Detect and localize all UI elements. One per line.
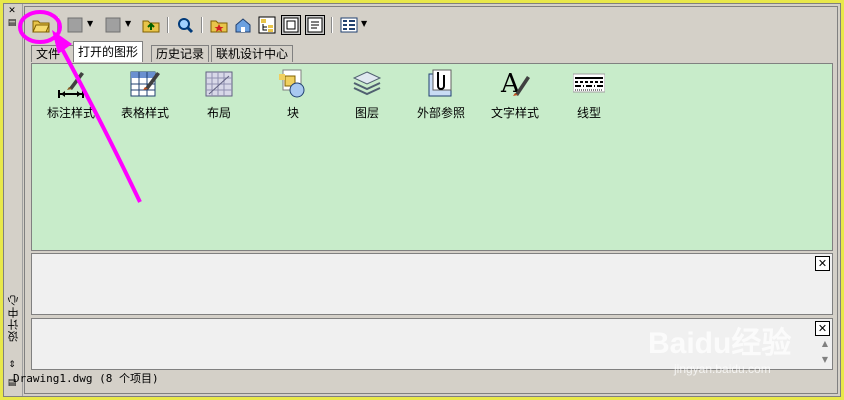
- list-item[interactable]: 标注样式: [36, 68, 106, 121]
- item-label: 线型: [576, 106, 601, 120]
- tree-icon: [258, 16, 276, 34]
- watermark: Baidu经验 jingyan.baidu.com: [648, 318, 828, 388]
- load-button[interactable]: [31, 15, 51, 35]
- tab-online-design-center[interactable]: 联机设计中心: [211, 45, 294, 62]
- home-button[interactable]: [233, 15, 253, 35]
- tab-folders[interactable]: 文件: [31, 45, 77, 62]
- item-label: 文字样式: [490, 106, 539, 120]
- dimension-style-icon: [58, 72, 84, 98]
- watermark-logo: Baidu经验: [648, 327, 792, 360]
- item-label: 块: [286, 106, 299, 120]
- autohide-icon[interactable]: ▤: [7, 18, 17, 28]
- up-button[interactable]: [141, 15, 161, 35]
- list-item[interactable]: 表格样式: [110, 68, 180, 121]
- tree-toggle-button[interactable]: [257, 15, 277, 35]
- up-folder-icon: [142, 20, 160, 33]
- item-label: 外部参照: [416, 106, 465, 120]
- item-label: 布局: [206, 106, 231, 120]
- item-label: 表格样式: [120, 106, 169, 120]
- item-label: 标注样式: [46, 106, 95, 120]
- search-button[interactable]: [175, 15, 195, 35]
- tab-strip: 文件 打开的图形 历史记录 联机设计中心: [31, 41, 731, 62]
- tab-open-drawings[interactable]: 打开的图形: [73, 41, 144, 62]
- gray-square-icon: [105, 17, 121, 33]
- toolbar: ▼ ▼ ▼: [27, 11, 627, 39]
- preview-button[interactable]: [281, 15, 301, 35]
- views-icon: [340, 17, 358, 33]
- folder-open-icon: [32, 20, 50, 33]
- list-item[interactable]: 图层: [332, 68, 402, 121]
- back-dropdown-icon[interactable]: ▼: [87, 19, 95, 29]
- close-palette-icon[interactable]: ✕: [7, 6, 17, 16]
- gray-square-icon: [67, 17, 83, 33]
- favorites-icon: [210, 20, 228, 33]
- text-style-icon: A: [500, 69, 530, 99]
- preview-icon: [281, 15, 301, 35]
- tab-history[interactable]: 历史记录: [151, 45, 210, 62]
- close-preview-icon[interactable]: ✕: [815, 256, 830, 271]
- list-item[interactable]: 布局: [184, 68, 254, 121]
- forward-dropdown-icon[interactable]: ▼: [125, 19, 133, 29]
- content-area: 标注样式 表格样式 布局 块 图层 外部参照 A 文字样式 线型: [31, 63, 833, 251]
- properties-icon[interactable]: ⇕: [7, 360, 17, 370]
- block-icon: [279, 69, 305, 98]
- views-dropdown-icon[interactable]: ▼: [361, 19, 369, 29]
- list-item[interactable]: 外部参照: [406, 68, 476, 121]
- description-icon: [305, 15, 325, 35]
- back-button[interactable]: [65, 15, 85, 35]
- layers-icon: [352, 71, 382, 96]
- search-icon: [178, 18, 194, 34]
- favorites-button[interactable]: [209, 15, 229, 35]
- palette-title-strip[interactable]: ✕ ▤ 设计中心 ⇕ ▤: [4, 4, 23, 396]
- home-icon: [235, 18, 251, 33]
- table-style-icon: [130, 71, 160, 97]
- list-item[interactable]: 线型: [554, 68, 624, 121]
- views-button[interactable]: [339, 15, 359, 35]
- watermark-url: jingyan.baidu.com: [674, 362, 771, 376]
- description-button[interactable]: [305, 15, 325, 35]
- layout-icon: [205, 71, 233, 97]
- xref-icon: [428, 69, 452, 97]
- palette-title: 设计中心: [7, 294, 20, 342]
- list-item[interactable]: 块: [258, 68, 328, 121]
- preview-pane: ✕: [31, 253, 833, 315]
- forward-button[interactable]: [103, 15, 123, 35]
- item-label: 图层: [354, 106, 379, 120]
- list-item[interactable]: A 文字样式: [480, 68, 550, 121]
- linetype-icon: [573, 73, 605, 93]
